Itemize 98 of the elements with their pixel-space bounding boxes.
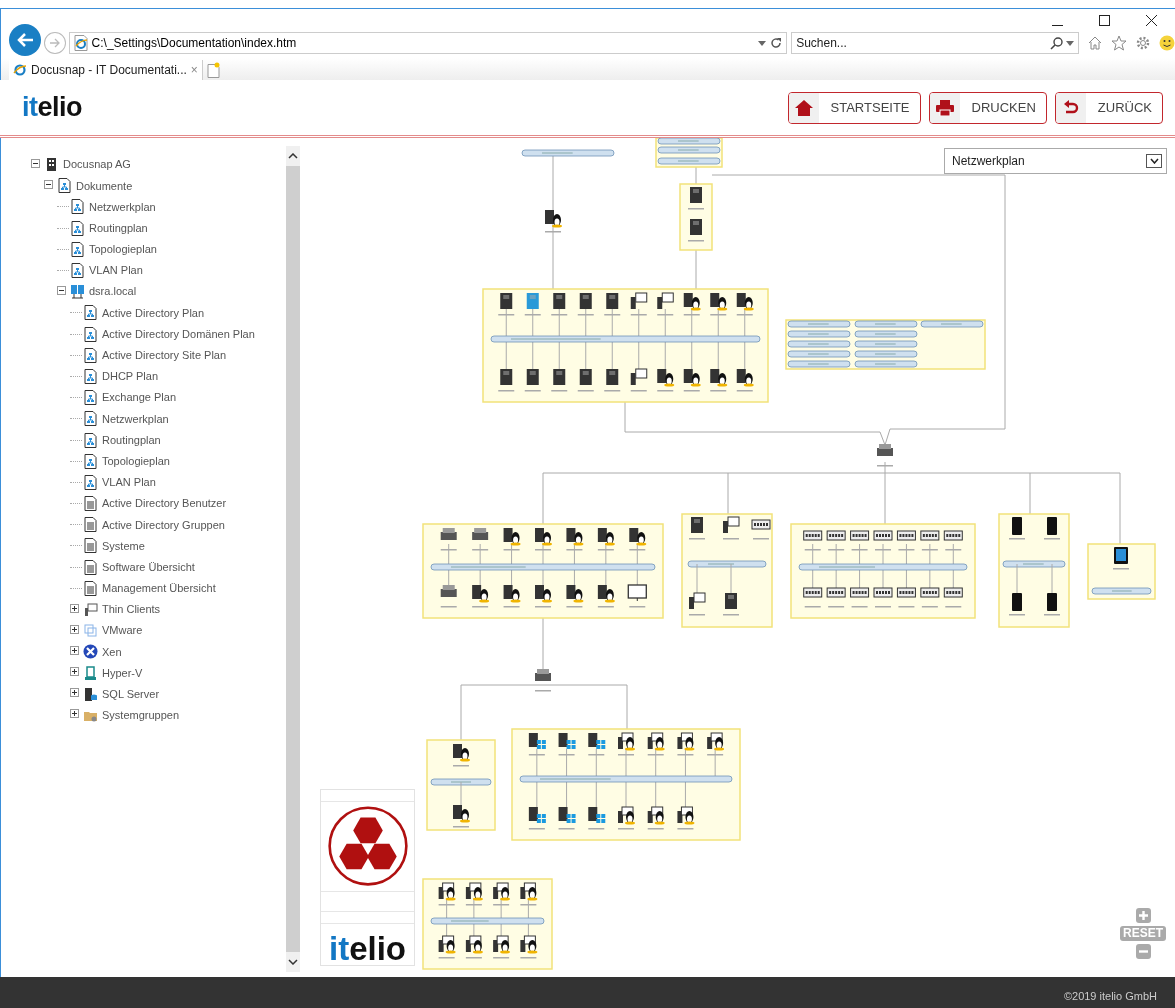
diagram-document-icon [70, 199, 85, 215]
tree-item[interactable]: Hyper-V [83, 664, 143, 682]
search-box[interactable]: Suchen... [791, 32, 1079, 54]
smiley-icon[interactable] [1159, 35, 1175, 51]
diagram-document-icon [83, 347, 98, 363]
scroll-up-icon[interactable] [288, 153, 298, 159]
tree-item[interactable]: Topologieplan [70, 241, 157, 258]
servers-icon [70, 284, 85, 300]
tree-item[interactable]: Thin Clients [83, 601, 161, 618]
document-icon [83, 517, 98, 533]
document-icon [83, 538, 98, 554]
search-icon[interactable] [1050, 36, 1063, 50]
diagram-document-icon [70, 220, 85, 236]
expand-icon[interactable] [70, 688, 79, 698]
database-server-icon [83, 686, 98, 702]
maximize-icon[interactable] [1099, 14, 1110, 26]
expand-icon[interactable] [70, 645, 79, 655]
diagram-document-icon [70, 241, 85, 257]
minus-icon [1138, 947, 1148, 956]
diagram-document-icon [83, 326, 98, 342]
tree-item[interactable]: Docusnap AG [44, 156, 131, 173]
expand-icon[interactable] [70, 709, 79, 719]
star-icon[interactable] [1111, 35, 1127, 51]
tree-item[interactable]: Routingplan [83, 431, 161, 449]
diagram-document-icon [83, 305, 98, 321]
arrow-left-icon [15, 32, 34, 48]
plan-dropdown[interactable]: Netzwerkplan [944, 148, 1167, 174]
diagram-document-icon [83, 390, 98, 406]
itelio-logo: itelio [329, 932, 406, 965]
tab-close-button[interactable]: × [190, 61, 198, 79]
diagram-document-icon [70, 263, 85, 279]
building-icon [44, 157, 59, 173]
tree-item[interactable]: DHCP Plan [83, 368, 159, 385]
tree-item[interactable]: VLAN Plan [70, 262, 143, 279]
virtual-machine-icon [83, 623, 98, 639]
arrow-right-icon [48, 38, 61, 48]
thin-client-icon [83, 602, 98, 618]
tree-item[interactable]: Systeme [83, 537, 145, 555]
hyper-v-icon [83, 665, 98, 681]
browser-tab[interactable]: Docusnap - IT Documentati... × [9, 60, 203, 80]
return-icon [1062, 99, 1079, 116]
settings-icon[interactable] [1135, 35, 1151, 51]
diagram-document-icon [57, 178, 72, 194]
address-bar[interactable]: C:\_Settings\Documentation\index.htm [68, 32, 788, 54]
tree-item[interactable]: dsra.local [70, 283, 137, 300]
tree-item[interactable]: Active Directory Site Plan [83, 347, 227, 364]
tree-item[interactable]: Software Übersicht [83, 558, 195, 576]
scroll-down-icon[interactable] [288, 959, 298, 965]
plus-icon [1138, 911, 1148, 920]
home-icon[interactable] [1087, 35, 1103, 51]
header-button[interactable]: ZURÜCK [1054, 91, 1163, 124]
close-icon[interactable] [1146, 14, 1157, 26]
expand-icon[interactable] [70, 667, 79, 677]
new-tab-icon[interactable] [206, 62, 221, 78]
refresh-icon[interactable] [770, 37, 783, 49]
tree-item[interactable]: Active Directory Gruppen [83, 516, 225, 534]
tree-item[interactable]: Active Directory Benutzer [83, 495, 227, 512]
tree-item[interactable]: Active Directory Domänen Plan [83, 325, 255, 343]
diagram-document-icon [83, 453, 98, 469]
tree-item[interactable]: Netzwerkplan [83, 410, 169, 428]
document-icon [83, 496, 98, 512]
tree-item[interactable]: Xen [83, 643, 122, 661]
browser-icon [13, 63, 27, 77]
collapse-icon[interactable] [44, 179, 53, 189]
document-icon [83, 559, 98, 575]
tree-item[interactable]: Management Übersicht [83, 580, 216, 597]
tree-item[interactable]: Exchange Plan [83, 389, 176, 406]
back-button[interactable] [9, 24, 41, 56]
diagram-document-icon [83, 411, 98, 427]
document-icon [83, 580, 98, 596]
xen-icon [83, 644, 98, 660]
diagram-document-icon [83, 474, 98, 490]
tree-item[interactable]: SQL Server [83, 686, 160, 703]
dropdown-icon[interactable] [1066, 40, 1074, 46]
collapse-icon[interactable] [57, 285, 66, 295]
tree-item[interactable]: Systemgruppen [83, 707, 180, 724]
collapse-icon[interactable] [31, 158, 40, 168]
tree-item[interactable]: Dokumente [57, 177, 133, 195]
caret-icon [1149, 158, 1159, 164]
tree-item[interactable]: Netzwerkplan [70, 198, 156, 216]
tree-item[interactable]: VLAN Plan [83, 474, 156, 491]
tree-item[interactable]: Active Directory Plan [83, 304, 205, 322]
printer-icon [935, 99, 954, 116]
itelio-logo: itelio [22, 94, 82, 121]
header-button[interactable]: STARTSEITE [787, 91, 921, 124]
diagram-document-icon [83, 432, 98, 448]
home-icon [794, 99, 813, 116]
dropdown-icon[interactable] [758, 40, 767, 46]
copyright-text: ©2019 itelio GmbH [1063, 988, 1157, 1004]
expand-icon[interactable] [70, 624, 79, 634]
tree-item[interactable]: Topologieplan [83, 452, 170, 470]
page-icon [73, 35, 88, 51]
tree-item[interactable]: Routingplan [70, 219, 148, 237]
header-button[interactable]: DRUCKEN [928, 91, 1047, 124]
diagram-document-icon [83, 368, 98, 384]
tab-title: Docusnap - IT Documentati... [31, 62, 187, 79]
tree-item[interactable]: VMware [83, 622, 143, 639]
expand-icon[interactable] [70, 603, 79, 613]
